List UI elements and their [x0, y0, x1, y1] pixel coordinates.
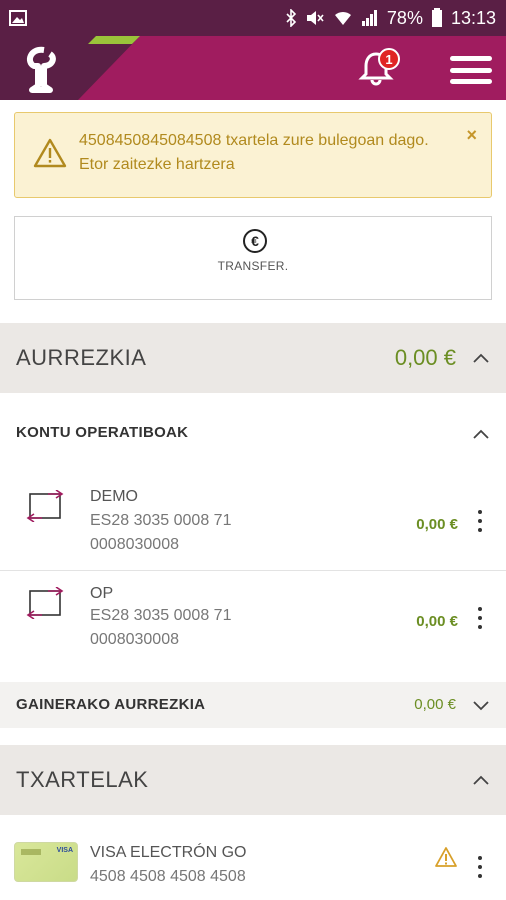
gallery-icon [8, 8, 28, 28]
close-icon[interactable]: × [466, 125, 477, 146]
savings-title: AURREZKIA [16, 345, 147, 370]
other-savings-header[interactable]: GAINERAKO AURREZKIA 0,00 € [0, 682, 506, 728]
cards-title: TXARTELAK [16, 767, 149, 792]
chevron-up-icon[interactable] [472, 771, 490, 789]
clock: 13:13 [450, 7, 496, 28]
kebab-icon[interactable] [478, 607, 484, 629]
card-image: VISA [14, 842, 78, 882]
alert-message: 4508450845084508 txartela zure bulegoan … [79, 132, 429, 173]
battery-icon [431, 8, 443, 28]
card-number: 4508 4508 4508 4508 [90, 868, 246, 885]
card-name: VISA ELECTRÓN GO [90, 844, 247, 861]
warning-icon[interactable] [434, 846, 458, 868]
account-name: DEMO [90, 488, 138, 505]
account-name: OP [90, 585, 114, 602]
card-pickup-alert: 4508450845084508 txartela zure bulegoan … [14, 112, 492, 198]
cards-section-header[interactable]: TXARTELAK [0, 745, 506, 815]
battery-percentage: 78% [386, 7, 423, 28]
euro-icon: € [243, 229, 267, 253]
transfer-label: TRANSFER. [217, 259, 289, 273]
card-brand: VISA [56, 847, 73, 854]
transfer-button[interactable]: € TRANSFER. [14, 216, 492, 300]
operational-accounts-header[interactable]: KONTU OPERATIBOAK [0, 409, 506, 457]
account-row[interactable]: DEMO ES28 3035 0008 71 0008030008 0,00 € [0, 474, 506, 570]
notification-badge[interactable]: 1 [378, 48, 400, 70]
bluetooth-icon [285, 9, 297, 27]
chevron-down-icon[interactable] [472, 696, 490, 714]
transfer-account-icon [26, 489, 64, 523]
account-balance: 0,00 € [416, 516, 458, 533]
account-row[interactable]: OP ES28 3035 0008 71 0008030008 0,00 € [0, 571, 506, 667]
operational-accounts-title: KONTU OPERATIBOAK [16, 424, 189, 441]
logo[interactable] [0, 36, 140, 100]
wifi-icon [333, 9, 353, 27]
kebab-icon[interactable] [478, 510, 484, 532]
status-bar: 78% 13:13 [0, 0, 506, 36]
kebab-icon[interactable] [478, 856, 484, 878]
menu-icon[interactable] [450, 56, 492, 84]
app-header: 1 [0, 36, 506, 100]
mute-icon [305, 9, 325, 27]
account-balance: 0,00 € [416, 613, 458, 630]
account-iban: 0008030008 [90, 631, 179, 648]
account-iban: 0008030008 [90, 536, 179, 553]
signal-icon [361, 9, 379, 27]
warning-icon [33, 137, 67, 169]
account-iban: ES28 3035 0008 71 [90, 512, 232, 529]
other-savings-title: GAINERAKO AURREZKIA [16, 696, 206, 713]
chevron-up-icon[interactable] [472, 425, 490, 443]
account-iban: ES28 3035 0008 71 [90, 607, 232, 624]
card-row[interactable]: VISA VISA ELECTRÓN GO 4508 4508 4508 450… [0, 830, 506, 900]
chevron-up-icon[interactable] [472, 349, 490, 367]
savings-section-header[interactable]: AURREZKIA 0,00 € [0, 323, 506, 393]
transfer-account-icon [26, 586, 64, 620]
savings-total: 0,00 € [394, 345, 456, 370]
other-savings-total: 0,00 € [414, 696, 456, 713]
